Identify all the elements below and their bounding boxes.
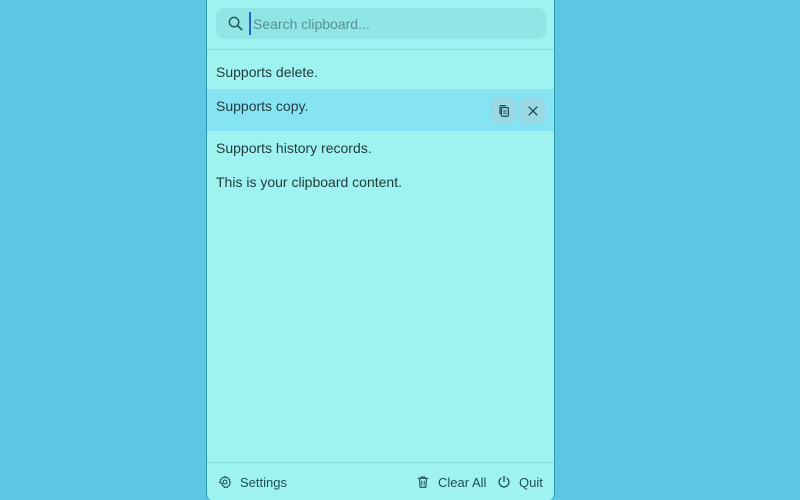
clipboard-item[interactable]: Supports delete. (207, 55, 554, 89)
clear-all-label: Clear All (438, 474, 487, 490)
clipboard-item[interactable]: This is your clipboard content. (207, 165, 554, 199)
clipboard-panel: Supports delete. Supports copy. (206, 0, 555, 500)
search-icon (228, 16, 243, 31)
settings-label: Settings (240, 474, 287, 490)
clipboard-item-text: Supports copy. (216, 98, 309, 114)
search-input[interactable] (249, 12, 543, 35)
trash-icon (417, 476, 429, 488)
footer-bar: Settings Clear All Quit (207, 462, 554, 500)
power-icon (498, 475, 510, 488)
gear-icon (218, 475, 232, 489)
clear-all-button[interactable]: Clear All (416, 463, 486, 500)
quit-button[interactable]: Quit (497, 463, 543, 500)
quit-label: Quit (519, 474, 543, 490)
clipboard-item-text: Supports history records. (216, 140, 372, 156)
close-icon (527, 105, 538, 116)
clipboard-item-text: This is your clipboard content. (216, 174, 402, 190)
settings-button[interactable]: Settings (218, 463, 287, 500)
divider (207, 49, 554, 50)
copy-button[interactable] (491, 98, 516, 123)
search-bar[interactable] (216, 8, 546, 39)
clipboard-item-text: Supports delete. (216, 64, 318, 80)
item-actions (491, 98, 545, 123)
copy-icon (498, 104, 509, 117)
clipboard-item-selected[interactable]: Supports copy. (207, 89, 554, 131)
delete-button[interactable] (520, 98, 545, 123)
clipboard-list: Supports delete. Supports copy. Supports… (207, 55, 554, 199)
clipboard-item[interactable]: Supports history records. (207, 131, 554, 165)
desktop-background: Supports delete. Supports copy. (0, 0, 800, 500)
